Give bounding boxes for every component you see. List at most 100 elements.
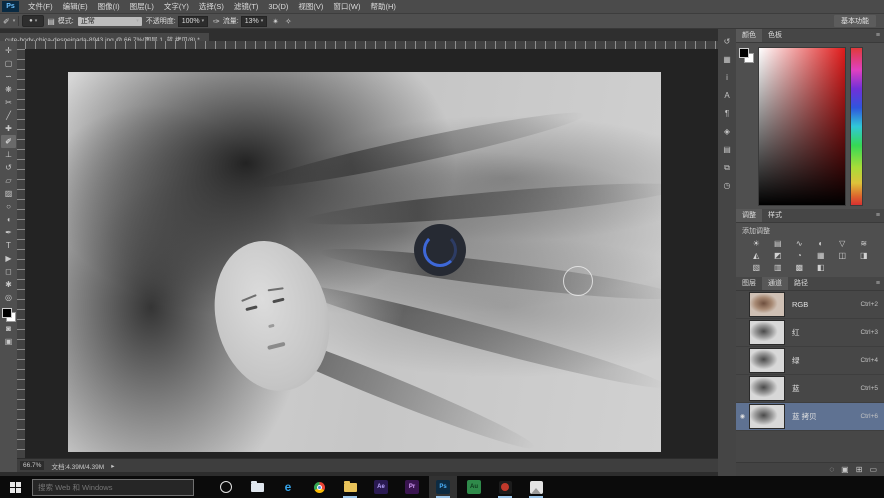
- pen-tool[interactable]: ✒: [1, 226, 16, 239]
- grayscale-portrait-image[interactable]: [68, 72, 661, 452]
- new-channel-icon[interactable]: ⊞: [856, 465, 863, 474]
- flow-select[interactable]: 13% ▾: [241, 16, 268, 27]
- menu-help[interactable]: 帮助(H): [366, 1, 401, 12]
- color-swatches[interactable]: [2, 308, 16, 322]
- chrome-button[interactable]: [305, 476, 333, 498]
- invert-icon[interactable]: ◨: [854, 250, 875, 261]
- channel-row-green[interactable]: 绿 Ctrl+4: [736, 347, 884, 375]
- media-player-button[interactable]: [491, 476, 519, 498]
- info-panel-icon[interactable]: i: [721, 72, 733, 83]
- foreground-color-swatch[interactable]: [739, 48, 749, 58]
- menu-filter[interactable]: 滤镜(T): [229, 1, 264, 12]
- eraser-tool[interactable]: ▱: [1, 174, 16, 187]
- menu-file[interactable]: 文件(F): [23, 1, 58, 12]
- fg-bg-swatch[interactable]: [739, 48, 754, 63]
- lasso-tool[interactable]: ∽: [1, 70, 16, 83]
- screen-mode-button[interactable]: ▣: [1, 335, 16, 348]
- canvas-area[interactable]: [25, 49, 718, 458]
- taskbar-search-input[interactable]: [32, 479, 194, 496]
- menu-view[interactable]: 视图(V): [293, 1, 328, 12]
- start-button[interactable]: [0, 476, 30, 498]
- gradient-map-icon[interactable]: ▩: [789, 262, 810, 273]
- premiere-pro-button[interactable]: Pr: [398, 476, 426, 498]
- status-expand-icon[interactable]: ▸: [111, 462, 114, 470]
- save-selection-as-channel-icon[interactable]: ▣: [841, 465, 849, 474]
- libraries-panel-icon[interactable]: ▤: [721, 144, 733, 155]
- channel-mixer-icon[interactable]: ▦: [811, 250, 832, 261]
- foreground-color-swatch[interactable]: [2, 308, 12, 318]
- black-white-icon[interactable]: ◩: [768, 250, 789, 261]
- menu-3d[interactable]: 3D(D): [263, 2, 293, 11]
- zoom-level-field[interactable]: 66.7%: [20, 461, 44, 470]
- path-selection-tool[interactable]: ▶: [1, 252, 16, 265]
- clone-source-panel-icon[interactable]: ⧉: [721, 162, 733, 173]
- marquee-tool[interactable]: ▢: [1, 57, 16, 70]
- channel-row-blue-copy[interactable]: ◉ 蓝 拷贝 Ctrl+6: [736, 403, 884, 431]
- audition-button[interactable]: Au: [460, 476, 488, 498]
- gradient-tool[interactable]: ▨: [1, 187, 16, 200]
- quick-mask-button[interactable]: ◙: [1, 322, 16, 335]
- panel-menu-icon[interactable]: ≡: [876, 212, 880, 219]
- tab-channels[interactable]: 通道: [762, 277, 788, 290]
- task-view-button[interactable]: [212, 476, 240, 498]
- channel-row-rgb[interactable]: RGB Ctrl+2: [736, 291, 884, 319]
- delete-channel-icon[interactable]: ▭: [869, 465, 877, 474]
- history-panel-icon[interactable]: ↺: [721, 36, 733, 47]
- menu-image[interactable]: 图像(I): [93, 1, 125, 12]
- navigator-panel-icon[interactable]: ◈: [721, 126, 733, 137]
- threshold-icon[interactable]: ▥: [768, 262, 789, 273]
- selective-color-icon[interactable]: ◧: [811, 262, 832, 273]
- brush-tool-icon[interactable]: ✐: [3, 17, 10, 26]
- healing-brush-tool[interactable]: ✚: [1, 122, 16, 135]
- tab-color[interactable]: 颜色: [736, 29, 762, 42]
- tab-adjustments[interactable]: 调整: [736, 209, 762, 222]
- menu-window[interactable]: 窗口(W): [328, 1, 365, 12]
- vibrance-icon[interactable]: ▽: [832, 238, 853, 249]
- hue-saturation-icon[interactable]: ≋: [854, 238, 875, 249]
- zoom-tool[interactable]: ◎: [1, 291, 16, 304]
- photoshop-button[interactable]: Ps: [429, 476, 457, 498]
- blur-tool[interactable]: ○: [1, 200, 16, 213]
- menu-select[interactable]: 选择(S): [194, 1, 229, 12]
- channel-row-red[interactable]: 红 Ctrl+3: [736, 319, 884, 347]
- pressure-opacity-icon[interactable]: ✑: [213, 17, 220, 26]
- saturation-brightness-picker[interactable]: [758, 47, 846, 206]
- character-panel-icon[interactable]: A: [721, 90, 733, 101]
- eyedropper-tool[interactable]: ╱: [1, 109, 16, 122]
- smoothing-icon[interactable]: ✧: [285, 17, 292, 26]
- photo-filter-icon[interactable]: ◔: [789, 250, 810, 261]
- panel-menu-icon[interactable]: ≡: [876, 280, 880, 287]
- hand-tool[interactable]: ✱: [1, 278, 16, 291]
- tab-styles[interactable]: 样式: [762, 209, 788, 222]
- after-effects-button[interactable]: Ae: [367, 476, 395, 498]
- paragraph-panel-icon[interactable]: ¶: [721, 108, 733, 119]
- menu-type[interactable]: 文字(Y): [159, 1, 194, 12]
- brush-tool[interactable]: ✐: [1, 135, 16, 148]
- dodge-tool[interactable]: ◖: [1, 213, 16, 226]
- opacity-select[interactable]: 100% ▾: [178, 16, 208, 27]
- posterize-icon[interactable]: ▧: [746, 262, 767, 273]
- move-tool[interactable]: ✛: [1, 44, 16, 57]
- history-brush-tool[interactable]: ↺: [1, 161, 16, 174]
- levels-icon[interactable]: ▤: [768, 238, 789, 249]
- brush-preset-picker[interactable]: ● ▾: [22, 15, 44, 27]
- load-selection-icon[interactable]: ◌: [829, 465, 834, 474]
- exposure-icon[interactable]: ◐: [811, 238, 832, 249]
- type-tool[interactable]: T: [1, 239, 16, 252]
- tab-swatches[interactable]: 色板: [762, 29, 788, 42]
- blend-mode-select[interactable]: 正常 ▾: [78, 17, 142, 26]
- clone-stamp-tool[interactable]: ⊥: [1, 148, 16, 161]
- color-balance-icon[interactable]: ◭: [746, 250, 767, 261]
- timeline-panel-icon[interactable]: ◷: [721, 180, 733, 191]
- brush-panel-toggle-icon[interactable]: ▤: [47, 17, 55, 26]
- hue-slider[interactable]: [850, 47, 863, 206]
- color-lookup-icon[interactable]: ◫: [832, 250, 853, 261]
- channel-row-blue[interactable]: 蓝 Ctrl+5: [736, 375, 884, 403]
- shape-tool[interactable]: ◻: [1, 265, 16, 278]
- photos-button[interactable]: [522, 476, 550, 498]
- visibility-eye-icon[interactable]: ◉: [736, 413, 749, 420]
- workspace-switcher-button[interactable]: 基本功能: [834, 15, 876, 27]
- properties-panel-icon[interactable]: ▦: [721, 54, 733, 65]
- folder-button[interactable]: [336, 476, 364, 498]
- menu-layer[interactable]: 图层(L): [125, 1, 159, 12]
